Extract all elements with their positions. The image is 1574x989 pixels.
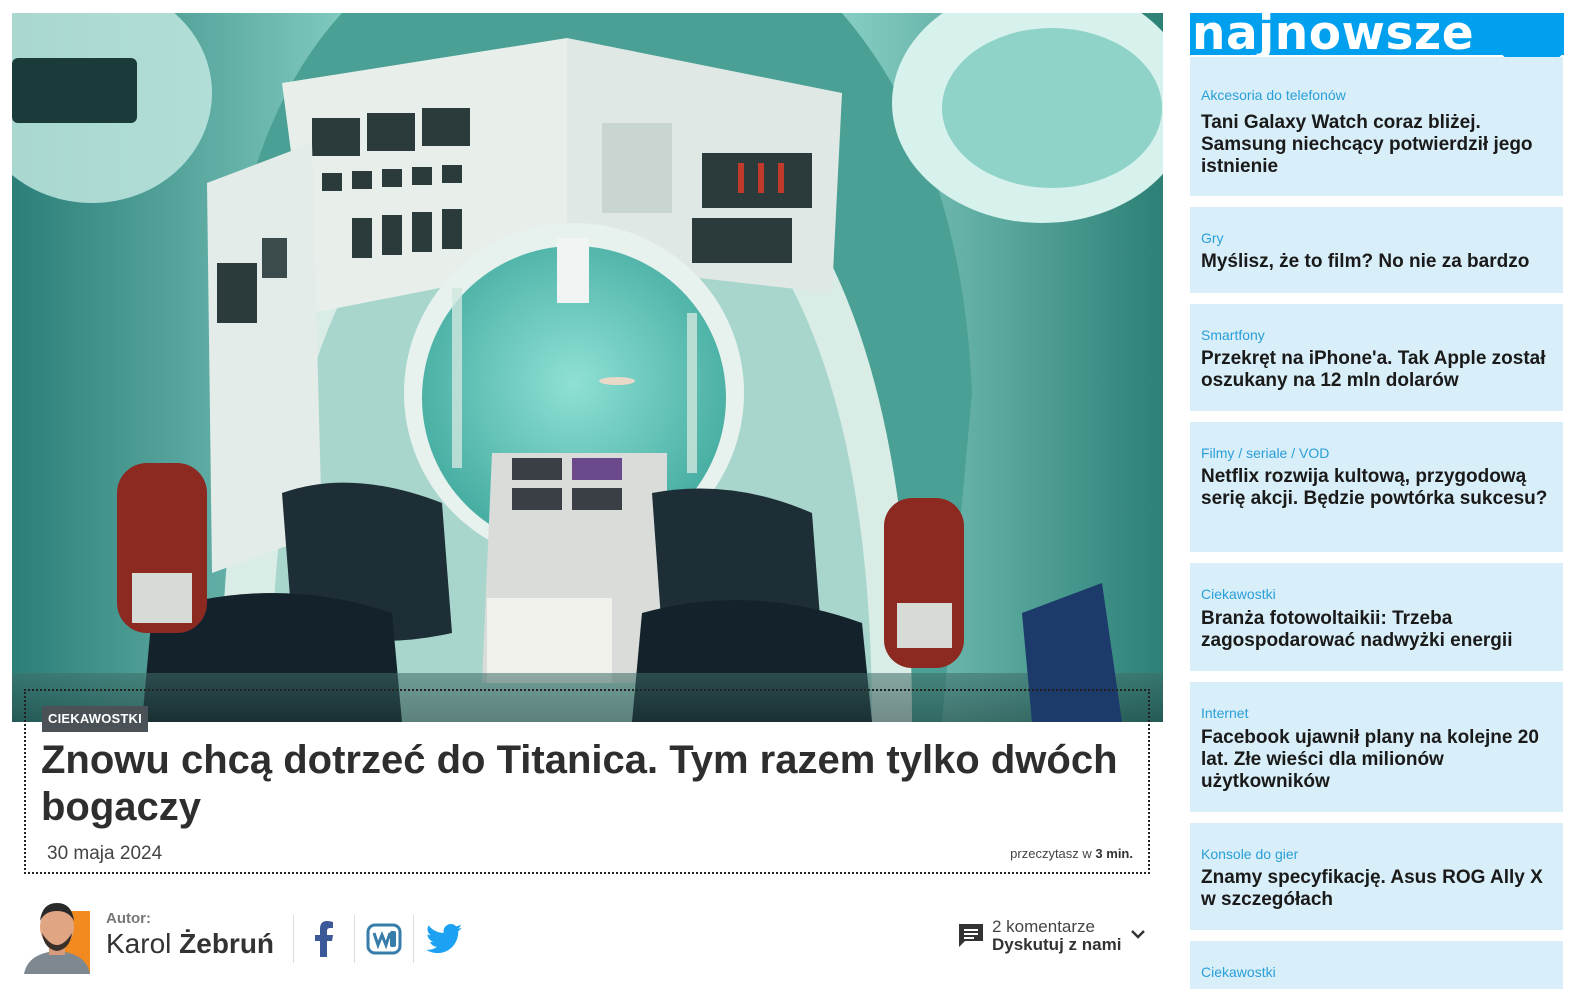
latest-news-item[interactable]: Internet Facebook ujawnił plany na kolej… [1190,682,1563,812]
article-headline[interactable]: Znowu chcą dotrzeć do Titanica. Tym raze… [41,737,1131,831]
news-category[interactable]: Gry [1201,230,1224,246]
latest-news-item[interactable]: Smartfony Przekręt na iPhone'a. Tak Appl… [1190,304,1563,411]
news-category[interactable]: Konsole do gier [1201,846,1298,862]
latest-news-item[interactable]: Filmy / seriale / VOD Netflix rozwija ku… [1190,422,1563,552]
author-last-name: Żebruń [179,928,275,959]
news-category[interactable]: Internet [1201,705,1248,721]
divider [354,915,355,963]
share-wykop-button[interactable] [361,916,407,962]
discuss-link[interactable]: Dyskutuj z nami [992,935,1121,955]
comments-icon[interactable] [957,922,985,948]
share-facebook-button[interactable] [301,916,347,962]
news-category[interactable]: Ciekawostki [1201,586,1276,602]
category-badge[interactable]: CIEKAWOSTKI [42,706,148,732]
article-hero-image[interactable] [12,13,1163,722]
latest-news-item[interactable]: Konsole do gier Znamy specyfikację. Asus… [1190,823,1563,930]
news-title[interactable]: Znamy specyfikację. Asus ROG Ally X w sz… [1201,867,1551,911]
sidebar-title: najnowsze [1192,6,1475,61]
latest-news-item[interactable]: Akcesoria do telefonów Tani Galaxy Watch… [1190,57,1563,196]
twitter-icon [426,924,462,954]
latest-news-item[interactable]: Ciekawostki [1190,941,1563,989]
news-category[interactable]: Filmy / seriale / VOD [1201,445,1329,461]
author-label: Autor: [106,910,151,927]
author-name[interactable]: Karol Żebruń [106,928,274,960]
author-avatar[interactable] [24,897,90,974]
news-category[interactable]: Akcesoria do telefonów [1201,87,1346,103]
news-title[interactable]: Myślisz, że to film? No nie za bardzo [1201,251,1551,273]
read-time-value: 3 min. [1095,846,1133,861]
news-title[interactable]: Tani Galaxy Watch coraz bliżej. Samsung … [1201,112,1551,178]
author-first-name: Karol [106,928,172,959]
news-title[interactable]: Przekręt na iPhone'a. Tak Apple został o… [1201,348,1551,392]
news-category[interactable]: Smartfony [1201,327,1265,343]
facebook-icon [315,921,333,957]
news-title[interactable]: Branża fotowoltaikii: Trzeba zagospodaro… [1201,608,1551,652]
news-title[interactable]: Netflix rozwija kultową, przygodową seri… [1201,466,1551,510]
divider [293,915,294,963]
news-category[interactable]: Ciekawostki [1201,964,1276,980]
article-date: 30 maja 2024 [47,843,163,864]
chevron-down-icon[interactable] [1129,925,1147,943]
latest-news-item[interactable]: Gry Myślisz, że to film? No nie za bardz… [1190,207,1563,293]
divider [413,915,414,963]
comments-count[interactable]: 2 komentarze [992,917,1095,937]
wykop-icon [366,923,402,955]
read-time: przeczytasz w 3 min. [1010,846,1133,861]
news-title[interactable]: Facebook ujawnił plany na kolejne 20 lat… [1201,727,1551,793]
submarine-cockpit-illustration [12,13,1163,722]
latest-news-item[interactable]: Ciekawostki Branża fotowoltaikii: Trzeba… [1190,563,1563,671]
read-time-prefix: przeczytasz w [1010,846,1092,861]
share-twitter-button[interactable] [421,916,467,962]
